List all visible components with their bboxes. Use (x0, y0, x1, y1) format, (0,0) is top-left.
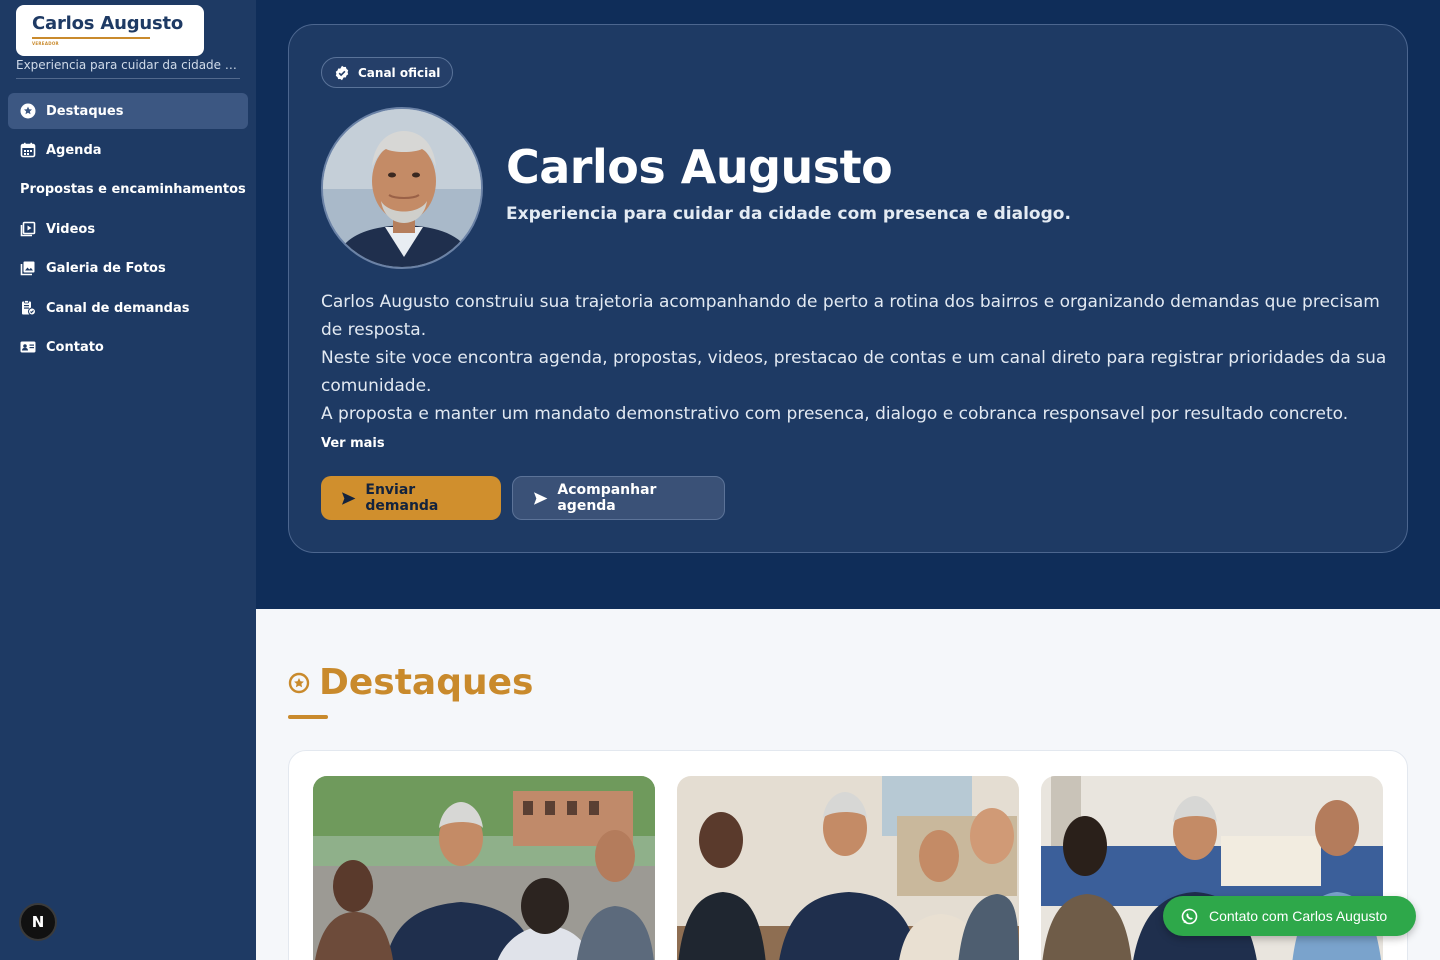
button-label: Acompanhar agenda (557, 482, 657, 514)
sidebar: Carlos Augusto VEREADOR Experiencia para… (0, 0, 256, 960)
sidebar-item-propostas[interactable]: Propostas e encaminhamentos (8, 171, 248, 207)
hero-name: Carlos Augusto (506, 140, 893, 194)
sidebar-item-label: Canal de demandas (46, 300, 190, 316)
sidebar-item-destaques[interactable]: Destaques (8, 93, 248, 129)
whatsapp-icon (1181, 908, 1198, 924)
logo[interactable]: Carlos Augusto VEREADOR (16, 5, 204, 56)
send-icon (341, 491, 356, 505)
sidebar-item-contato[interactable]: Contato (8, 329, 248, 365)
request-icon (20, 300, 36, 316)
highlight-photo[interactable] (313, 776, 655, 960)
button-label: Enviar demanda (365, 482, 439, 514)
floating-contact-label: Contato com Carlos Augusto (1209, 908, 1388, 924)
whatsapp-contact-button[interactable]: Contato com Carlos Augusto (1163, 896, 1416, 936)
sidebar-item-galeria[interactable]: Galeria de Fotos (8, 250, 248, 286)
video-icon (20, 221, 36, 237)
sidebar-item-canal-demandas[interactable]: Canal de demandas (8, 290, 248, 326)
logo-underline (32, 37, 150, 39)
hero-subtitle: Experiencia para cuidar da cidade com pr… (506, 204, 1071, 224)
hero-paragraph: A proposta e manter um mandato demonstra… (321, 404, 1349, 424)
sidebar-item-label: Contato (46, 339, 104, 355)
chip-label: Canal oficial (358, 65, 441, 80)
sidebar-item-agenda[interactable]: Agenda (8, 132, 248, 168)
contact-card-icon (20, 339, 36, 355)
logo-name: Carlos Augusto (32, 13, 184, 34)
highlight-photo[interactable] (677, 776, 1019, 960)
hero-card: Canal oficial Carlos Augusto Experiencia… (288, 24, 1408, 553)
section-underline (288, 715, 328, 719)
star-badge-icon (20, 103, 36, 119)
sidebar-item-label: Propostas e encaminhamentos (20, 181, 246, 197)
sidebar-tagline: Experiencia para cuidar da cidade com pr… (16, 58, 240, 79)
hero-paragraph: Neste site voce encontra agenda, propost… (321, 348, 1387, 396)
logo-subtitle: VEREADOR (32, 41, 59, 46)
sidebar-item-label: Agenda (46, 142, 102, 158)
sidebar-item-videos[interactable]: Videos (8, 211, 248, 247)
send-icon (533, 491, 548, 505)
hero-description: Carlos Augusto construiu sua trajetoria … (321, 288, 1391, 428)
sidebar-item-label: Destaques (46, 103, 124, 119)
section-heading: Destaques (288, 662, 533, 703)
photo-gallery-icon (20, 260, 36, 276)
calendar-icon (20, 142, 36, 158)
ver-mais-link[interactable]: Ver mais (321, 436, 385, 451)
section-title: Destaques (319, 662, 534, 703)
send-request-button[interactable]: Enviar demanda (321, 476, 501, 520)
follow-agenda-button[interactable]: Acompanhar agenda (512, 476, 725, 520)
avatar (321, 107, 483, 269)
hero-paragraph: Carlos Augusto construiu sua trajetoria … (321, 292, 1380, 340)
verified-icon (335, 65, 349, 80)
official-channel-chip: Canal oficial (321, 57, 454, 88)
star-badge-icon (288, 672, 310, 693)
sidebar-item-label: Videos (46, 221, 96, 237)
dev-tools-badge[interactable]: N (19, 903, 57, 941)
sidebar-item-label: Galeria de Fotos (46, 260, 166, 276)
